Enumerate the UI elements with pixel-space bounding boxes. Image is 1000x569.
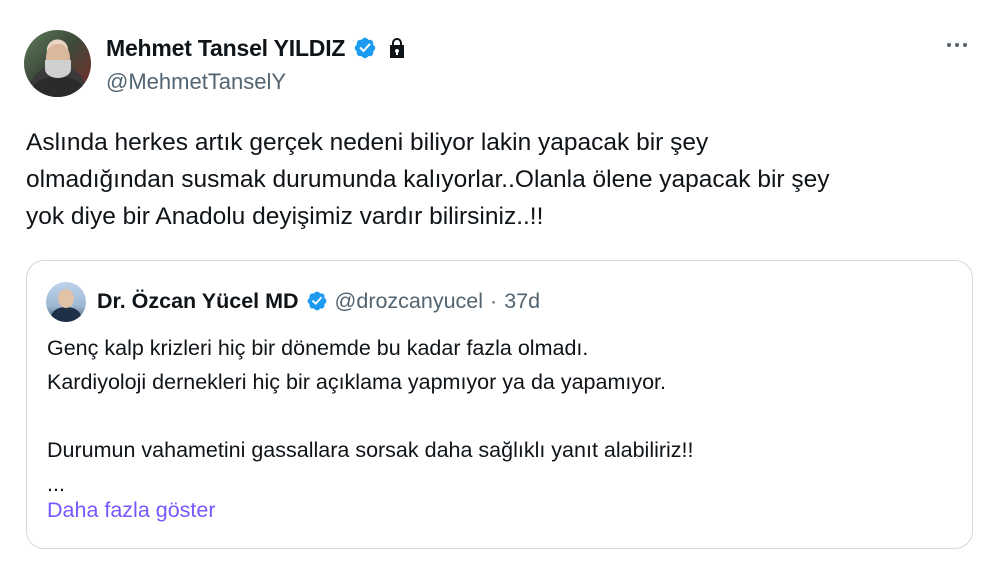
verified-badge-icon <box>307 291 326 311</box>
quoted-text-line: Genç kalp krizleri hiç bir dönemde bu ka… <box>47 336 589 360</box>
quoted-text-line <box>47 399 947 433</box>
verified-badge-icon <box>355 37 376 59</box>
quoted-text-line: ... <box>47 472 65 496</box>
tweet-text-line: yok diye bir Anadolu deyişimiz vardır bi… <box>26 203 544 230</box>
author-name-row: Mehmet Tansel YILDIZ <box>106 33 409 63</box>
quoted-tweet-text: Genç kalp krizleri hiç bir dönemde bu ka… <box>47 331 947 501</box>
author-avatar[interactable] <box>24 30 91 97</box>
quoted-text-line: Kardiyoloji dernekleri hiç bir açıklama … <box>47 370 666 394</box>
show-more-link[interactable]: Daha fazla göster <box>47 498 216 523</box>
tweet-text-line: olmadığından susmak durumunda kalıyorlar… <box>26 166 830 193</box>
quoted-author-avatar[interactable] <box>46 282 86 322</box>
quoted-tweet-timestamp[interactable]: 37d <box>504 289 540 314</box>
quoted-text-line: Durumun vahametini gassallara sorsak dah… <box>47 438 694 462</box>
tweet: Mehmet Tansel YILDIZ @MehmetTanselY Aslı… <box>0 0 1000 569</box>
author-handle[interactable]: @MehmetTanselY <box>106 69 286 95</box>
author-display-name[interactable]: Mehmet Tansel YILDIZ <box>106 35 345 62</box>
more-options-icon[interactable] <box>942 34 972 56</box>
separator-dot: · <box>490 288 498 313</box>
quoted-author-display-name[interactable]: Dr. Özcan Yücel MD <box>97 289 299 314</box>
quoted-author-handle[interactable]: @drozcanyucel <box>335 289 484 314</box>
tweet-text-line: Aslında herkes artık gerçek nedeni biliy… <box>26 129 709 156</box>
tweet-text: Aslında herkes artık gerçek nedeni biliy… <box>26 124 966 235</box>
quoted-tweet-card[interactable]: Dr. Özcan Yücel MD @drozcanyucel · 37d G… <box>26 260 973 549</box>
quoted-author-row: Dr. Özcan Yücel MD @drozcanyucel · 37d <box>97 285 540 317</box>
lock-icon <box>390 38 405 58</box>
